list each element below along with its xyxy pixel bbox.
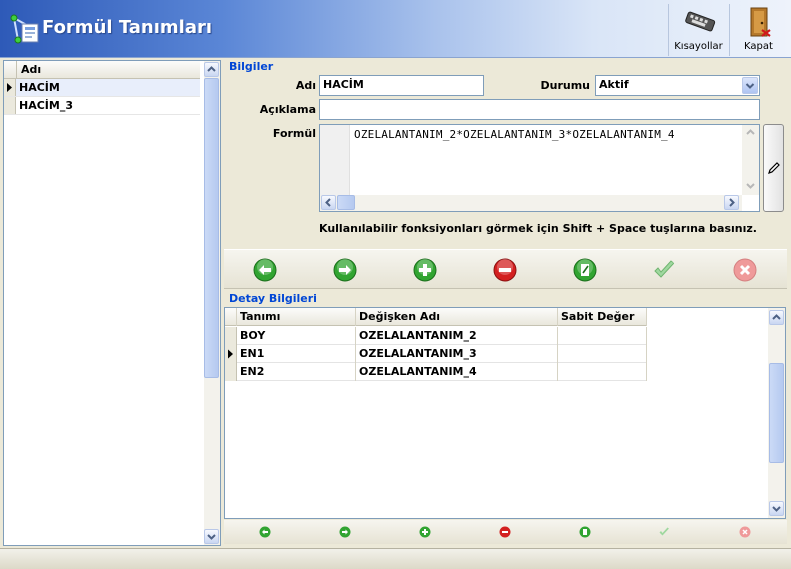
chevron-up-icon: [207, 66, 216, 72]
scroll-down-button[interactable]: [204, 529, 219, 544]
cell-constant-value[interactable]: [558, 327, 647, 345]
chevron-up-icon: [746, 129, 755, 135]
formula-app-icon: [10, 14, 39, 44]
table-row[interactable]: BOY OZELALANTANIM_2: [225, 327, 647, 345]
detail-section-title: Detay Bilgileri: [229, 292, 317, 305]
detail-scrollbar[interactable]: [768, 308, 785, 518]
list-item[interactable]: HACİM: [4, 79, 200, 97]
cell-variable-name[interactable]: OZELALANTANIM_2: [356, 327, 558, 345]
title-bar: Formül Tanımları Kısayollar Kapat: [0, 0, 791, 58]
formula-text[interactable]: OZELALANTANIM_2*OZELALANTANIM_3*OZELALAN…: [354, 128, 675, 141]
formula-editor[interactable]: OZELALANTANIM_2*OZELALANTANIM_3*OZELALAN…: [319, 124, 760, 212]
list-item-label: HACİM_3: [19, 99, 73, 112]
formula-scroll-down-button[interactable]: [744, 180, 757, 194]
shortcuts-button[interactable]: Kısayollar: [668, 4, 728, 56]
name-input[interactable]: HACİM: [319, 75, 484, 96]
status-bar: [0, 548, 791, 569]
cancel-x-icon[interactable]: [739, 526, 751, 538]
formula-gutter: [320, 125, 350, 195]
row-indicator: [225, 345, 237, 363]
close-label: Kapat: [744, 41, 773, 52]
row-indicator: [225, 327, 237, 345]
formula-vscrollbar[interactable]: [742, 125, 759, 195]
formula-scroll-left-button[interactable]: [321, 195, 336, 210]
formula-label: Formül: [272, 127, 316, 140]
status-select[interactable]: Aktif: [595, 75, 760, 96]
column-header-definition[interactable]: Tanımı: [237, 308, 356, 326]
list-item[interactable]: HACİM_3: [4, 97, 200, 115]
formula-scroll-right-button[interactable]: [724, 195, 739, 210]
column-header-name[interactable]: Adı: [16, 61, 200, 79]
edit-icon[interactable]: [579, 526, 591, 538]
name-label: Adı: [295, 79, 316, 92]
edit-icon[interactable]: [573, 258, 597, 282]
column-header-variable-name[interactable]: Değişken Adı: [356, 308, 558, 326]
chevron-right-icon: [729, 198, 735, 207]
cell-definition[interactable]: EN2: [237, 363, 356, 381]
row-indicator: [225, 363, 237, 381]
chevron-down-icon: [772, 506, 781, 512]
current-row-arrow-icon: [228, 349, 233, 359]
formula-hint: Kullanılabilir fonksiyonları görmek için…: [319, 222, 757, 235]
formula-list: Adı HACİM HACİM_3: [3, 60, 221, 546]
cell-constant-value[interactable]: [558, 363, 647, 381]
save-check-icon[interactable]: [652, 258, 676, 282]
current-row-arrow-icon: [7, 83, 12, 92]
save-check-icon[interactable]: [658, 526, 670, 538]
detail-grid: Tanımı Değişken Adı Sabit Değer BOY OZEL…: [224, 307, 786, 519]
chevron-down-icon: [207, 534, 216, 540]
status-select-value: Aktif: [599, 78, 629, 91]
cell-variable-name[interactable]: OZELALANTANIM_4: [356, 363, 558, 381]
keyboard-icon: [685, 11, 716, 32]
forward-arrow-icon[interactable]: [339, 526, 351, 538]
detail-scroll-down-button[interactable]: [769, 501, 784, 516]
description-label: Açıklama: [259, 103, 316, 116]
exit-door-icon: [750, 7, 771, 37]
row-indicator: [4, 97, 16, 114]
detail-scroll-thumb[interactable]: [769, 363, 784, 463]
detail-scroll-up-button[interactable]: [769, 310, 784, 325]
list-item-label: HACİM: [19, 81, 60, 94]
cell-variable-name[interactable]: OZELALANTANIM_3: [356, 345, 558, 363]
cell-definition[interactable]: EN1: [237, 345, 356, 363]
delete-minus-icon[interactable]: [493, 258, 517, 282]
column-header-constant-value[interactable]: Sabit Değer: [558, 308, 647, 326]
status-dropdown-button[interactable]: [742, 77, 758, 94]
row-indicator: [4, 79, 16, 96]
detail-toolbar: [224, 520, 787, 544]
detail-grid-header: Tanımı Değişken Adı Sabit Değer: [225, 308, 647, 326]
delete-minus-icon[interactable]: [499, 526, 511, 538]
scroll-thumb[interactable]: [204, 78, 219, 378]
add-plus-icon[interactable]: [413, 258, 437, 282]
row-indicator-header: [225, 308, 237, 326]
main-toolbar: [224, 249, 787, 289]
back-arrow-icon[interactable]: [253, 258, 277, 282]
cell-definition[interactable]: BOY: [237, 327, 356, 345]
forward-arrow-icon[interactable]: [333, 258, 357, 282]
status-label: Durumu: [540, 79, 590, 92]
scroll-up-button[interactable]: [204, 62, 219, 77]
table-row[interactable]: EN2 OZELALANTANIM_4: [225, 363, 647, 381]
cell-constant-value[interactable]: [558, 345, 647, 363]
formula-hscrollbar[interactable]: [320, 195, 742, 211]
row-indicator-header: [4, 61, 16, 79]
page-title: Formül Tanımları: [42, 17, 213, 38]
shortcuts-label: Kısayollar: [674, 41, 723, 52]
chevron-down-icon: [746, 183, 755, 189]
info-section-title: Bilgiler: [229, 60, 274, 73]
list-scrollbar[interactable]: [204, 61, 220, 545]
chevron-left-icon: [325, 198, 331, 207]
cancel-x-icon[interactable]: [733, 258, 757, 282]
back-arrow-icon[interactable]: [259, 526, 271, 538]
description-input[interactable]: [319, 99, 760, 120]
chevron-up-icon: [772, 314, 781, 320]
formula-hscroll-thumb[interactable]: [337, 195, 355, 210]
table-row[interactable]: EN1 OZELALANTANIM_3: [225, 345, 647, 363]
close-button[interactable]: Kapat: [729, 4, 787, 56]
formula-scroll-up-button[interactable]: [744, 127, 757, 141]
add-plus-icon[interactable]: [419, 526, 431, 538]
chevron-down-icon: [745, 83, 755, 89]
formula-edit-button[interactable]: [763, 124, 784, 212]
pencil-icon: [768, 162, 780, 174]
